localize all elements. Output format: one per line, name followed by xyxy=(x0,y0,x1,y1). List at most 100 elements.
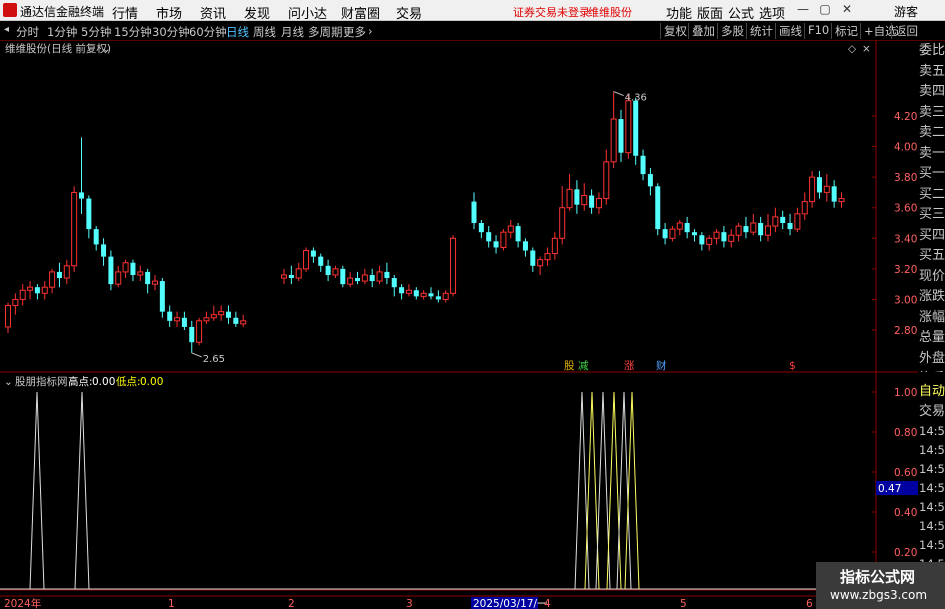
quote-panel-item: 总量 xyxy=(919,330,945,345)
trade-detail-item: 14:56 xyxy=(919,443,945,457)
menu-discover[interactable]: 发现 xyxy=(244,3,270,22)
candle-body xyxy=(713,231,720,239)
menu-options[interactable]: 选项 xyxy=(759,3,785,22)
current-stock-name: 维维股份 xyxy=(588,6,632,19)
indicator-spike xyxy=(74,391,90,590)
candle-body xyxy=(391,278,397,288)
period-15min[interactable]: 15分钟 xyxy=(114,24,152,40)
btn-back[interactable]: 返回 xyxy=(891,23,918,39)
btn-overlay[interactable]: 叠加 xyxy=(688,23,715,39)
candle-body xyxy=(159,281,165,312)
candle-body xyxy=(493,241,499,248)
indicator-high-label: 高点: xyxy=(68,375,93,388)
candle-body xyxy=(56,271,62,279)
chevron-down-icon[interactable]: ⌄ xyxy=(102,43,111,55)
menu-quotes[interactable]: 行情 xyxy=(112,3,138,22)
btn-draw[interactable]: 画线 xyxy=(775,23,802,39)
candle-body xyxy=(355,278,360,282)
event-marker[interactable]: 涨 xyxy=(624,360,635,372)
quote-panel-item: 涨跌 xyxy=(919,289,945,304)
candle-body xyxy=(500,231,507,248)
candle-body xyxy=(181,317,187,327)
candle-body xyxy=(240,320,247,325)
menu-formula[interactable]: 公式 xyxy=(728,3,754,22)
btn-stats[interactable]: 统计 xyxy=(746,23,773,39)
candle-body xyxy=(428,293,434,297)
event-marker[interactable]: 财 xyxy=(656,359,667,372)
candle-body xyxy=(27,286,34,291)
candle-body xyxy=(794,213,801,230)
app-logo-icon xyxy=(3,3,17,17)
candle-body xyxy=(728,234,735,242)
chevron-right-icon[interactable]: › xyxy=(368,24,373,38)
indicator-tick-label: 1.00 xyxy=(894,387,917,399)
candle-body xyxy=(471,201,477,223)
candle-body xyxy=(589,195,595,208)
collapse-icon[interactable]: ◂ xyxy=(4,24,9,35)
candle-body xyxy=(610,118,617,163)
candle-body xyxy=(288,274,294,279)
menu-function[interactable]: 功能 xyxy=(666,3,692,22)
period-30min[interactable]: 30分钟 xyxy=(152,24,190,40)
quote-panel-item: 现价 xyxy=(919,268,945,284)
menu-trade[interactable]: 交易 xyxy=(396,3,422,22)
indicator-spike xyxy=(29,391,45,590)
period-monthly[interactable]: 月线 xyxy=(281,24,304,40)
candle-body xyxy=(787,223,793,230)
candle-body xyxy=(34,287,40,294)
btn-adjust[interactable]: 复权 xyxy=(660,23,687,39)
btn-mark[interactable]: 标记 xyxy=(831,23,858,39)
minimize-icon[interactable]: — xyxy=(794,2,812,18)
menu-market[interactable]: 市场 xyxy=(156,3,182,22)
close-pane-icon[interactable]: × xyxy=(862,43,871,55)
candle-body xyxy=(152,280,158,285)
period-multi[interactable]: 多周期 xyxy=(308,24,343,40)
period-weekly[interactable]: 周线 xyxy=(253,24,276,40)
period-1min[interactable]: 1分钟 xyxy=(47,24,77,40)
indicator-toggle-icon[interactable]: ⌄ xyxy=(4,376,13,388)
event-marker[interactable]: $ xyxy=(789,360,796,372)
time-axis: 2024年 1 2 3 2025/03/17/一 4 5 6 xyxy=(4,597,813,609)
menu-layout[interactable]: 版面 xyxy=(697,3,723,22)
menu-news[interactable]: 资讯 xyxy=(200,3,226,22)
candle-body xyxy=(442,292,449,300)
time-label-jan: 1 xyxy=(168,598,175,609)
period-60min[interactable]: 60分钟 xyxy=(189,24,227,40)
candle-body xyxy=(210,314,217,319)
candle-body xyxy=(310,250,316,257)
candle-body xyxy=(318,256,324,266)
candle-body xyxy=(19,289,26,300)
period-daily[interactable]: 日线 xyxy=(226,24,249,40)
quote-panel[interactable]: 委比卖五卖四卖三卖二卖一买一买二买三买四买五现价涨跌涨幅总量外盘换手净资收益 xyxy=(918,41,945,372)
diamond-icon[interactable]: ◇ xyxy=(848,43,857,55)
period-5min[interactable]: 5分钟 xyxy=(81,24,111,40)
candle-body xyxy=(376,271,383,282)
price-tick-label: 3.00 xyxy=(894,294,917,306)
close-icon[interactable]: ✕ xyxy=(838,2,856,18)
menu-ask[interactable]: 问小达 xyxy=(288,3,327,22)
quote-panel-item: 买三 xyxy=(919,207,945,222)
high-price-label: 4.36 xyxy=(625,93,647,104)
price-tick-label: 3.60 xyxy=(894,203,917,215)
price-tick-label: 4.00 xyxy=(894,142,917,154)
candle-body xyxy=(765,225,771,236)
btn-f10[interactable]: F10 xyxy=(804,23,829,39)
price-tick-label: 3.40 xyxy=(894,233,917,245)
trade-login-notice[interactable]: 证券交易未登录 xyxy=(513,4,590,20)
candle-body xyxy=(63,265,70,279)
btn-multistock[interactable]: 多股 xyxy=(717,23,744,39)
period-timeshare[interactable]: 分时 xyxy=(16,24,39,40)
guest-user[interactable]: 游客 xyxy=(894,3,918,20)
period-more[interactable]: 更多 xyxy=(343,24,366,40)
candle-body xyxy=(122,262,129,273)
chart-area[interactable]: 维维股份(日线 前复权) ⌄ ◇ × 4.20 4.00 3.80 3.60 3.40 3… xyxy=(0,41,918,609)
candle-body xyxy=(196,320,203,343)
menu-wealth[interactable]: 财富圈 xyxy=(341,3,380,22)
event-marker[interactable]: 减 xyxy=(578,360,589,372)
candle-body xyxy=(618,119,624,153)
candle-body xyxy=(399,287,405,294)
candle-body xyxy=(137,271,144,276)
candle-body xyxy=(361,274,368,282)
restore-icon[interactable]: ▢ xyxy=(816,2,834,18)
event-marker[interactable]: 股 xyxy=(564,360,575,372)
